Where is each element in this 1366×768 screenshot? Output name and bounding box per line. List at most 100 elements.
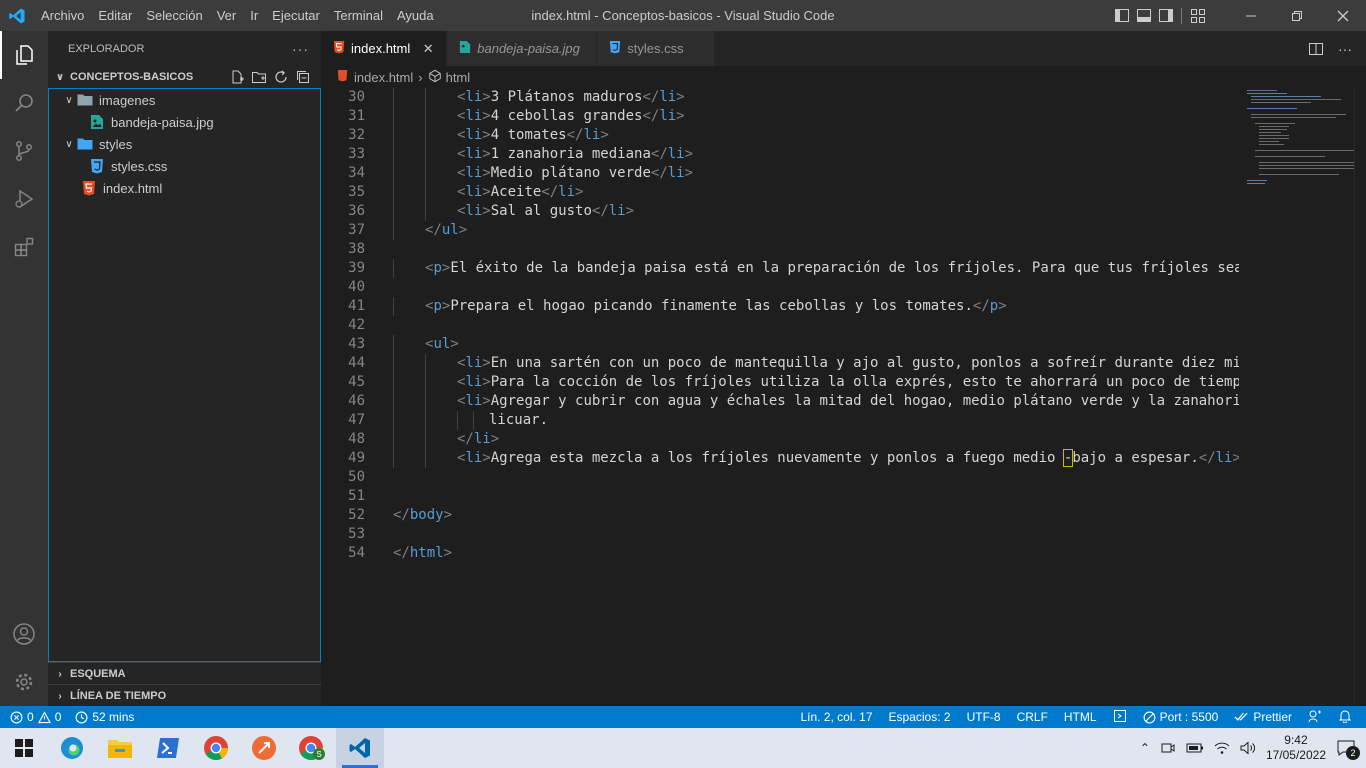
menu-ejecutar[interactable]: Ejecutar xyxy=(265,0,327,31)
code-line: 44 <li>En una sartén con un poco de mante… xyxy=(348,354,1239,373)
chrome-profile-icon[interactable]: S xyxy=(288,728,336,768)
file-explorer-icon[interactable] xyxy=(96,728,144,768)
title-bar: Archivo Editar Selección Ver Ir Ejecutar… xyxy=(0,0,1366,31)
windows-taskbar: S ⌃ 9:42 17/05/2022 2 xyxy=(0,728,1366,768)
chevron-down-icon: ∨ xyxy=(55,71,65,83)
file-tree: ∨ imagenes bandeja-paisa.jpg ∨ styles st… xyxy=(48,88,321,662)
meet-now-icon[interactable] xyxy=(1160,740,1176,756)
time-tracker[interactable]: 52 mins xyxy=(75,710,134,724)
folder-css-icon xyxy=(77,136,93,152)
cursor-position[interactable]: Lín. 2, col. 17 xyxy=(800,710,872,724)
code-line: 36 <li>Sal al gusto</li> xyxy=(348,202,635,221)
live-server-port[interactable]: Port : 5500 xyxy=(1143,710,1218,724)
problems-indicator[interactable]: 0 0 xyxy=(10,710,61,724)
code-line: 54 </html> xyxy=(348,545,453,561)
menu-editar[interactable]: Editar xyxy=(91,0,139,31)
code-line: 34 <li>Medio plátano verde</li> xyxy=(348,164,694,183)
customize-layout-icon[interactable] xyxy=(1190,8,1206,24)
minimize-button[interactable] xyxy=(1228,0,1274,31)
menu-archivo[interactable]: Archivo xyxy=(34,0,91,31)
menu-ver[interactable]: Ver xyxy=(210,0,244,31)
chevron-down-icon: ∨ xyxy=(65,94,73,106)
wifi-icon[interactable] xyxy=(1214,741,1230,755)
tab-styles-css[interactable]: styles.css xyxy=(597,31,716,66)
breadcrumb-symbol[interactable]: html xyxy=(446,70,471,85)
double-check-icon xyxy=(1234,712,1248,721)
tree-folder-imagenes[interactable]: ∨ imagenes xyxy=(49,89,320,111)
code-editor[interactable]: 30 <li>3 Plátanos maduros</li> 31 <li>4 ce… xyxy=(321,88,1239,706)
edge-browser-icon[interactable] xyxy=(48,728,96,768)
code-line: 40 xyxy=(348,279,365,295)
tab-index-html[interactable]: index.html ✕ xyxy=(321,31,448,66)
account-icon[interactable] xyxy=(0,610,48,658)
menu-ayuda[interactable]: Ayuda xyxy=(390,0,441,31)
battery-icon[interactable] xyxy=(1186,742,1204,754)
language-mode[interactable]: HTML xyxy=(1064,710,1097,724)
code-line: 45 <li>Para la cocción de los fríjoles ut… xyxy=(348,373,1239,392)
outline-section[interactable]: › ESQUEMA xyxy=(48,662,321,685)
menu-seleccion[interactable]: Selección xyxy=(139,0,209,31)
close-window-button[interactable] xyxy=(1320,0,1366,31)
editor-area: index.html ✕ bandeja-paisa.jpg styles.cs… xyxy=(321,31,1366,706)
toggle-primary-sidebar-icon[interactable] xyxy=(1115,9,1129,22)
accounts-broadcast-icon[interactable] xyxy=(1308,709,1322,726)
notification-center-icon[interactable]: 2 xyxy=(1336,739,1360,760)
run-debug-icon[interactable] xyxy=(0,175,48,223)
volume-icon[interactable] xyxy=(1240,741,1256,755)
tree-item-label: imagenes xyxy=(99,92,156,108)
timeline-section[interactable]: › LÍNEA DE TIEMPO xyxy=(48,684,321,707)
menu-terminal[interactable]: Terminal xyxy=(327,0,390,31)
tab-label: styles.css xyxy=(627,41,684,56)
css-file-icon xyxy=(609,40,621,57)
notification-count-badge: 2 xyxy=(1346,746,1360,760)
chrome-icon[interactable] xyxy=(192,728,240,768)
activity-bar xyxy=(0,31,48,706)
refresh-icon[interactable] xyxy=(273,69,289,85)
breadcrumb-file[interactable]: index.html xyxy=(354,70,413,85)
chevron-right-icon: › xyxy=(418,69,423,85)
new-folder-icon[interactable] xyxy=(251,69,267,85)
manage-gear-icon[interactable] xyxy=(0,658,48,706)
tree-file-index-html[interactable]: index.html xyxy=(49,177,320,199)
window-controls xyxy=(1228,0,1366,31)
minimap[interactable] xyxy=(1239,88,1355,706)
tree-file-bandeja-paisa[interactable]: bandeja-paisa.jpg xyxy=(49,111,320,133)
menu-ir[interactable]: Ir xyxy=(243,0,265,31)
close-tab-icon[interactable]: ✕ xyxy=(420,41,436,57)
indentation[interactable]: Espacios: 2 xyxy=(889,710,951,724)
collapse-all-icon[interactable] xyxy=(295,69,311,85)
editor-tabs: index.html ✕ bandeja-paisa.jpg styles.cs… xyxy=(321,31,1366,66)
extensions-icon[interactable] xyxy=(0,223,48,271)
powershell-icon[interactable] xyxy=(144,728,192,768)
notifications-bell-icon[interactable] xyxy=(1338,709,1352,726)
tree-file-styles-css[interactable]: styles.css xyxy=(49,155,320,177)
windows-start-icon[interactable] xyxy=(0,728,48,768)
tree-item-label: index.html xyxy=(103,180,163,196)
end-of-line[interactable]: CRLF xyxy=(1017,710,1048,724)
explorer-icon[interactable] xyxy=(0,31,48,79)
search-icon[interactable] xyxy=(0,79,48,127)
source-control-icon[interactable] xyxy=(0,127,48,175)
vertical-scrollbar[interactable] xyxy=(1354,88,1366,706)
brave-or-postman-icon[interactable] xyxy=(240,728,288,768)
code-line: 33 <li>1 zanahoria mediana</li> xyxy=(348,145,694,164)
workspace-root[interactable]: ∨ CONCEPTOS-BASICOS xyxy=(48,66,321,88)
timeline-label: LÍNEA DE TIEMPO xyxy=(70,690,167,702)
tree-folder-styles[interactable]: ∨ styles xyxy=(49,133,320,155)
toggle-panel-icon[interactable] xyxy=(1137,9,1151,22)
encoding[interactable]: UTF-8 xyxy=(967,710,1001,724)
vscode-taskbar-icon[interactable] xyxy=(336,728,384,768)
new-file-icon[interactable] xyxy=(229,69,245,85)
more-actions-icon[interactable]: ··· xyxy=(1338,41,1352,57)
prettier-status[interactable]: Prettier xyxy=(1234,710,1292,724)
tab-bandeja-paisa[interactable]: bandeja-paisa.jpg xyxy=(447,31,598,66)
more-actions-icon[interactable]: ··· xyxy=(292,41,309,57)
taskbar-clock[interactable]: 9:42 17/05/2022 xyxy=(1266,733,1326,763)
toggle-secondary-sidebar-icon[interactable] xyxy=(1159,9,1173,22)
chevron-up-icon[interactable]: ⌃ xyxy=(1140,741,1150,755)
restore-button[interactable] xyxy=(1274,0,1320,31)
code-line: 37 </ul> xyxy=(348,221,468,240)
split-editor-icon[interactable] xyxy=(1308,41,1324,57)
feedback-icon[interactable] xyxy=(1113,709,1127,726)
vscode-logo-icon xyxy=(0,0,34,31)
